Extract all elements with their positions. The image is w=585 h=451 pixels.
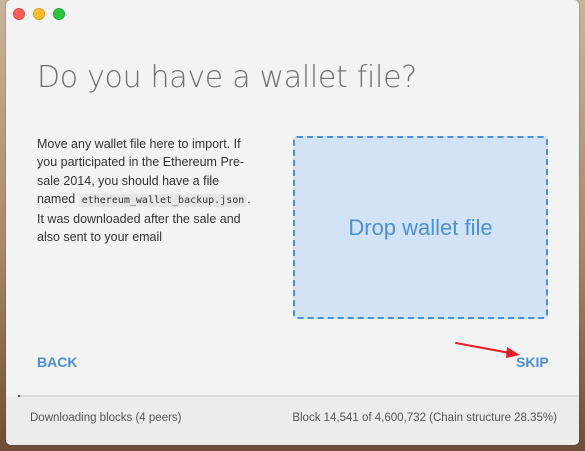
title-bar (6, 0, 579, 26)
import-instructions: Move any wallet file here to import. If … (37, 135, 252, 247)
wallet-filename: ethereum_wallet_backup.json (78, 193, 248, 207)
status-bar: Downloading blocks (4 peers) Block 14,54… (6, 397, 579, 445)
wallet-file-dropzone[interactable]: Drop wallet file (293, 136, 548, 319)
maximize-window-button[interactable] (53, 8, 65, 20)
close-window-button[interactable] (13, 8, 25, 20)
red-arrow-icon (455, 342, 520, 358)
app-window: Do you have a wallet file? Move any wall… (6, 0, 579, 445)
dropzone-label: Drop wallet file (348, 214, 493, 240)
minimize-window-button[interactable] (33, 8, 45, 20)
block-status: Block 14,541 of 4,600,732 (Chain structu… (292, 412, 557, 424)
page-title: Do you have a wallet file? (37, 60, 417, 95)
peer-status: Downloading blocks (4 peers) (30, 412, 182, 424)
back-button[interactable]: BACK (37, 354, 77, 370)
